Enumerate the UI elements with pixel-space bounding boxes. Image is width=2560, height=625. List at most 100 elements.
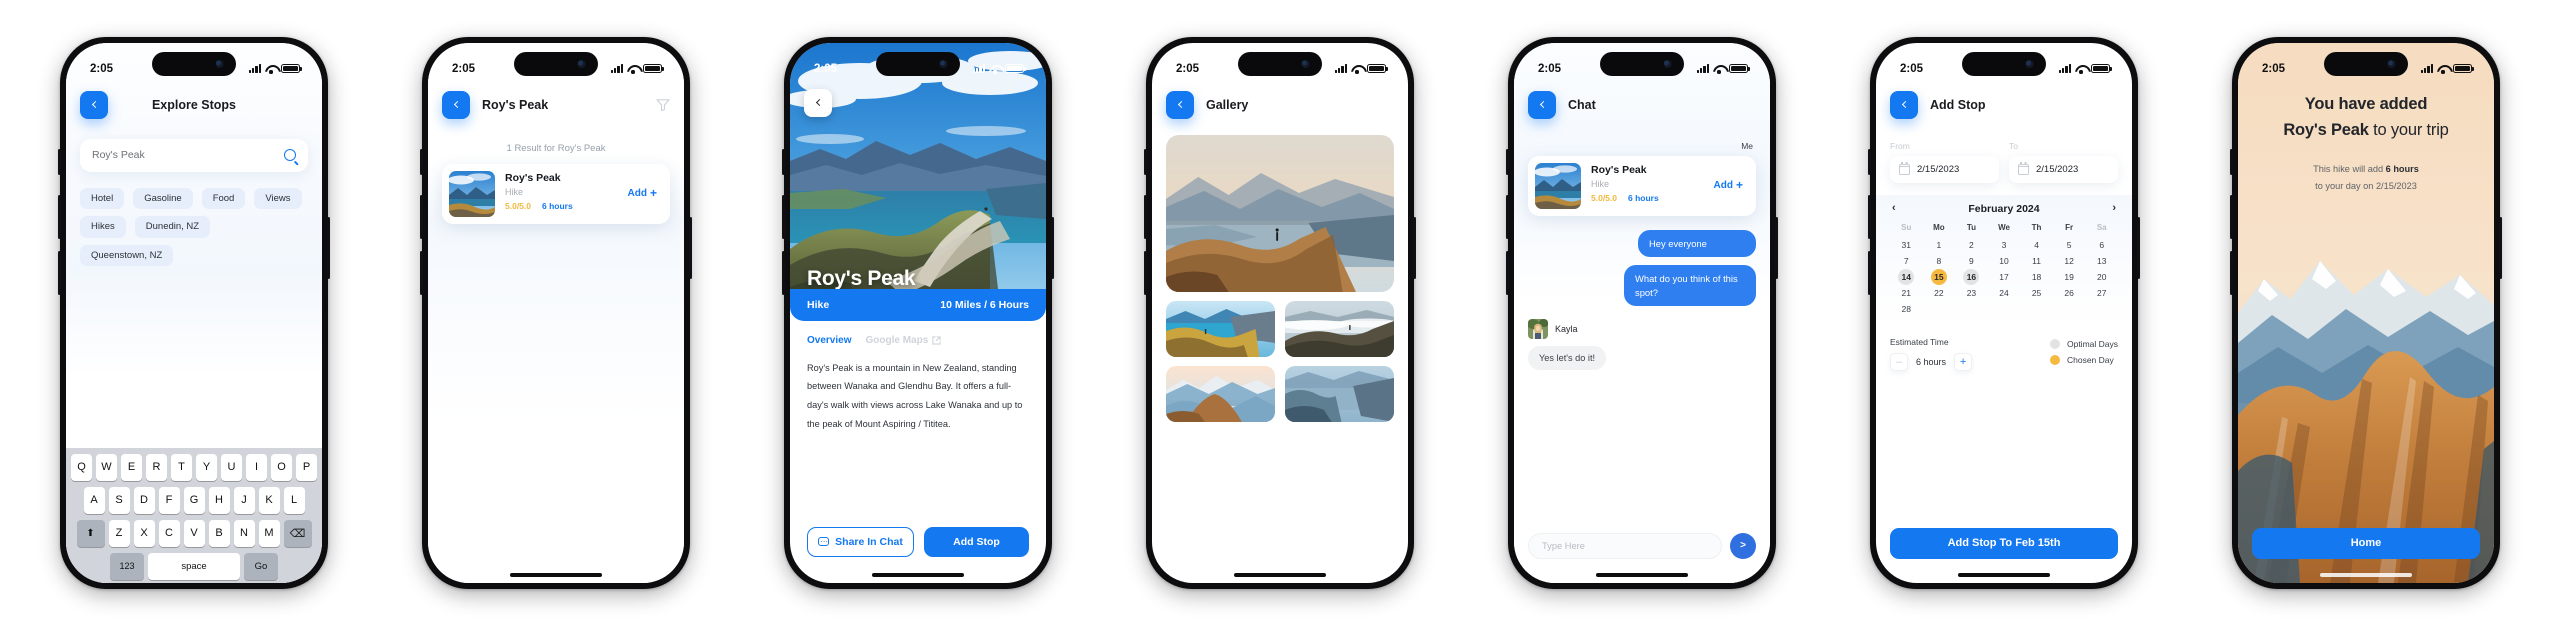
calendar-day[interactable]: 26 [2053,285,2086,301]
calendar-day[interactable]: 6 [2085,237,2118,253]
numbers-key[interactable]: 123 [110,552,144,580]
backspace-key[interactable]: ⌫ [283,519,312,547]
result-card[interactable]: Roy's Peak Hike 5.0/5.0 6 hours Add + [442,163,670,224]
from-date-field[interactable]: From 2/15/2023 [1890,141,1999,183]
gallery-photo-5[interactable] [1285,365,1394,422]
key-a[interactable]: A [83,486,105,514]
shift-key[interactable]: ⬆ [76,519,105,547]
volume-up-button[interactable] [1144,194,1147,239]
key-m[interactable]: M [258,519,280,547]
key-k[interactable]: K [258,486,280,514]
increment-button[interactable]: + [1954,352,1973,371]
key-u[interactable]: U [221,453,242,481]
add-stop-button[interactable]: Add + [1714,179,1749,191]
key-l[interactable]: L [283,486,305,514]
power-button[interactable] [2137,216,2140,279]
gallery-photo-3[interactable] [1285,300,1394,357]
key-r[interactable]: R [146,453,167,481]
volume-up-button[interactable] [1506,194,1509,239]
power-button[interactable] [1413,216,1416,279]
calendar-day[interactable]: 31 [1890,237,1923,253]
key-d[interactable]: D [133,486,155,514]
key-b[interactable]: B [208,519,230,547]
chip-hotel[interactable]: Hotel [80,187,125,209]
power-button[interactable] [1051,216,1054,279]
key-q[interactable]: Q [71,453,92,481]
tab-overview[interactable]: Overview [807,335,851,346]
shared-stop-card[interactable]: Roy's Peak Hike 5.0/5.0 6 hours Add + [1528,155,1756,216]
volume-up-button[interactable] [420,194,423,239]
key-v[interactable]: V [183,519,205,547]
power-button[interactable] [689,216,692,279]
from-date-input[interactable]: 2/15/2023 [1890,155,1999,183]
calendar-day[interactable]: 3 [1988,237,2021,253]
tab-google-maps[interactable]: Google Maps [865,335,941,346]
calendar-day[interactable]: 17 [1988,269,2021,285]
share-in-chat-button[interactable]: Share In Chat [807,526,914,557]
volume-down-button[interactable] [1144,250,1147,295]
search-input[interactable]: Roy's Peak [80,138,308,172]
key-x[interactable]: X [133,519,155,547]
calendar-day[interactable]: 9 [1955,253,1988,269]
volume-down-button[interactable] [782,250,785,295]
back-button[interactable] [1166,90,1194,119]
calendar-day[interactable]: 27 [2085,285,2118,301]
calendar-day[interactable]: 10 [1988,253,2021,269]
calendar-day[interactable]: 7 [1890,253,1923,269]
calendar-day[interactable]: 11 [2020,253,2053,269]
key-o[interactable]: O [271,453,292,481]
volume-up-button[interactable] [2230,194,2233,239]
back-button[interactable] [1528,90,1556,119]
key-c[interactable]: C [158,519,180,547]
volume-down-button[interactable] [1868,250,1871,295]
mute-switch[interactable] [1144,148,1147,175]
calendar-day[interactable]: 4 [2020,237,2053,253]
filter-icon[interactable] [656,98,670,111]
back-button[interactable] [442,90,470,119]
gallery-photo-4[interactable] [1166,365,1275,422]
key-s[interactable]: S [108,486,130,514]
back-button[interactable] [80,90,108,119]
chip-queenstown-nz[interactable]: Queenstown, NZ [80,244,174,266]
calendar-day[interactable]: 22 [1923,285,1956,301]
add-stop-button[interactable]: Add + [628,187,663,199]
key-i[interactable]: I [246,453,267,481]
mute-switch[interactable] [1506,148,1509,175]
power-button[interactable] [327,216,330,279]
calendar-day[interactable]: 2 [1955,237,1988,253]
key-n[interactable]: N [233,519,255,547]
key-z[interactable]: Z [108,519,130,547]
key-f[interactable]: F [158,486,180,514]
home-button[interactable]: Home [2252,527,2480,559]
search-icon[interactable] [284,149,296,161]
add-stop-button[interactable]: Add Stop [924,526,1029,557]
space-key[interactable]: space [148,552,240,580]
message-input[interactable]: Type Here [1528,532,1722,559]
to-date-input[interactable]: 2/15/2023 [2009,155,2118,183]
calendar-day[interactable]: 19 [2053,269,2086,285]
key-j[interactable]: J [233,486,255,514]
key-e[interactable]: E [121,453,142,481]
key-w[interactable]: W [96,453,117,481]
key-t[interactable]: T [171,453,192,481]
mute-switch[interactable] [2230,148,2233,175]
volume-down-button[interactable] [1506,250,1509,295]
back-button[interactable] [1890,90,1918,119]
volume-down-button[interactable] [58,250,61,295]
key-p[interactable]: P [296,453,317,481]
key-y[interactable]: Y [196,453,217,481]
chevron-left-icon[interactable]: ‹ [1892,203,1896,214]
volume-up-button[interactable] [1868,194,1871,239]
calendar-day-optimal[interactable]: 14 [1890,268,1923,285]
volume-down-button[interactable] [2230,250,2233,295]
key-g[interactable]: G [183,486,205,514]
calendar-day-optimal[interactable]: 16 [1955,268,1988,285]
calendar-day[interactable]: 25 [2020,285,2053,301]
chip-gasoline[interactable]: Gasoline [133,187,193,209]
calendar-day[interactable]: 13 [2085,253,2118,269]
calendar-day[interactable]: 1 [1923,237,1956,253]
mute-switch[interactable] [420,148,423,175]
back-button[interactable] [804,88,832,117]
gallery-hero-photo[interactable] [1166,134,1394,292]
to-date-field[interactable]: To 2/15/2023 [2009,141,2118,183]
